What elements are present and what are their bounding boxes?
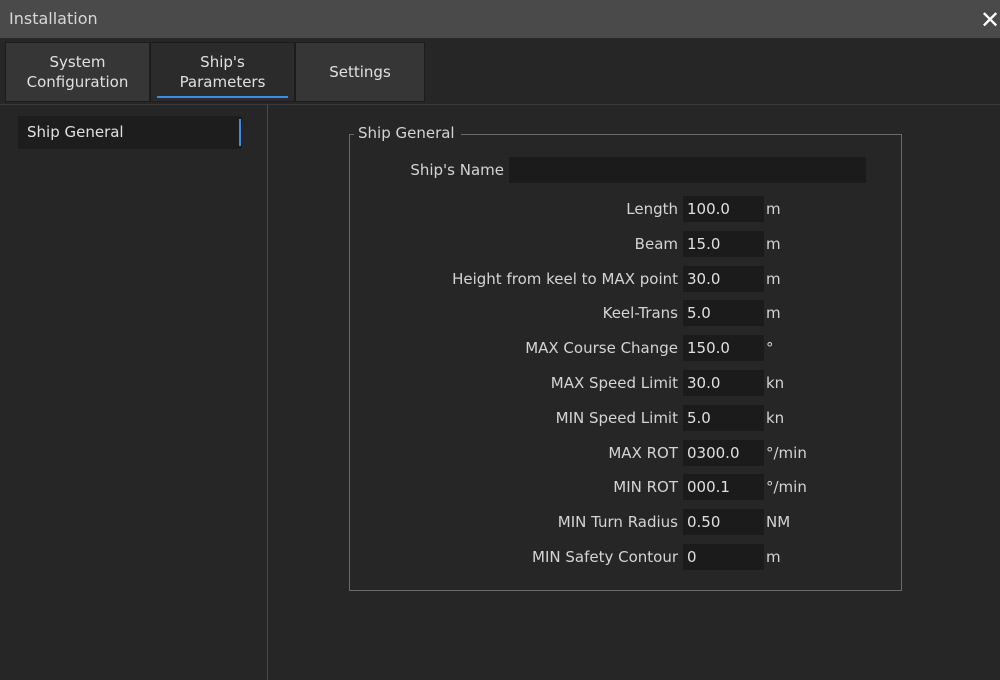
param-unit: m bbox=[766, 270, 781, 288]
param-unit: m bbox=[766, 548, 781, 566]
param-unit: kn bbox=[766, 409, 785, 427]
param-unit: m bbox=[766, 200, 781, 218]
param-field[interactable] bbox=[683, 231, 764, 257]
close-button[interactable]: ✕ bbox=[980, 6, 1000, 34]
tab-system-configuration[interactable]: System Configuration bbox=[5, 42, 150, 102]
tab-label-line1: Ship's bbox=[200, 53, 245, 71]
param-unit: ° bbox=[766, 339, 774, 357]
sidebar-item-ship-general[interactable]: Ship General bbox=[18, 116, 242, 149]
param-field[interactable] bbox=[683, 440, 764, 466]
close-icon: ✕ bbox=[980, 6, 1000, 34]
group-legend: Ship General bbox=[354, 124, 461, 142]
param-label: MIN Safety Contour bbox=[532, 548, 678, 566]
param-unit: °/min bbox=[766, 478, 807, 496]
window-title: Installation bbox=[9, 9, 98, 28]
param-unit: m bbox=[766, 235, 781, 253]
tab-ships-parameters[interactable]: Ship's Parameters bbox=[150, 42, 295, 102]
param-label: MAX Speed Limit bbox=[550, 374, 678, 392]
param-label: Height from keel to MAX point bbox=[452, 270, 678, 288]
param-unit: m bbox=[766, 304, 781, 322]
param-label: MIN ROT bbox=[613, 478, 678, 496]
tab-settings[interactable]: Settings bbox=[295, 42, 425, 102]
param-label: Beam bbox=[634, 235, 678, 253]
ships-name-label: Ship's Name bbox=[410, 161, 504, 179]
param-field[interactable] bbox=[683, 300, 764, 326]
param-label: MIN Speed Limit bbox=[555, 409, 678, 427]
param-field[interactable] bbox=[683, 335, 764, 361]
tab-label-line1: System bbox=[49, 53, 106, 71]
param-label: MAX Course Change bbox=[525, 339, 678, 357]
param-unit: °/min bbox=[766, 444, 807, 462]
param-field[interactable] bbox=[683, 544, 764, 570]
param-field[interactable] bbox=[683, 370, 764, 396]
param-label: Keel-Trans bbox=[602, 304, 678, 322]
param-field[interactable] bbox=[683, 509, 764, 535]
param-unit: NM bbox=[766, 513, 791, 531]
param-field[interactable] bbox=[683, 196, 764, 222]
param-field[interactable] bbox=[683, 405, 764, 431]
title-bar: Installation ✕ bbox=[0, 0, 1000, 38]
param-label: MAX ROT bbox=[608, 444, 678, 462]
tab-label: Settings bbox=[329, 63, 391, 81]
param-label: MIN Turn Radius bbox=[557, 513, 678, 531]
sidebar-divider bbox=[267, 105, 268, 680]
tab-label-line2: Configuration bbox=[26, 73, 129, 91]
param-unit: kn bbox=[766, 374, 785, 392]
param-field[interactable] bbox=[683, 474, 764, 500]
param-label: Length bbox=[626, 200, 678, 218]
tab-label-line2: Parameters bbox=[179, 73, 266, 91]
tab-divider bbox=[0, 104, 1000, 105]
param-field[interactable] bbox=[683, 266, 764, 292]
ships-name-field[interactable] bbox=[509, 157, 866, 183]
